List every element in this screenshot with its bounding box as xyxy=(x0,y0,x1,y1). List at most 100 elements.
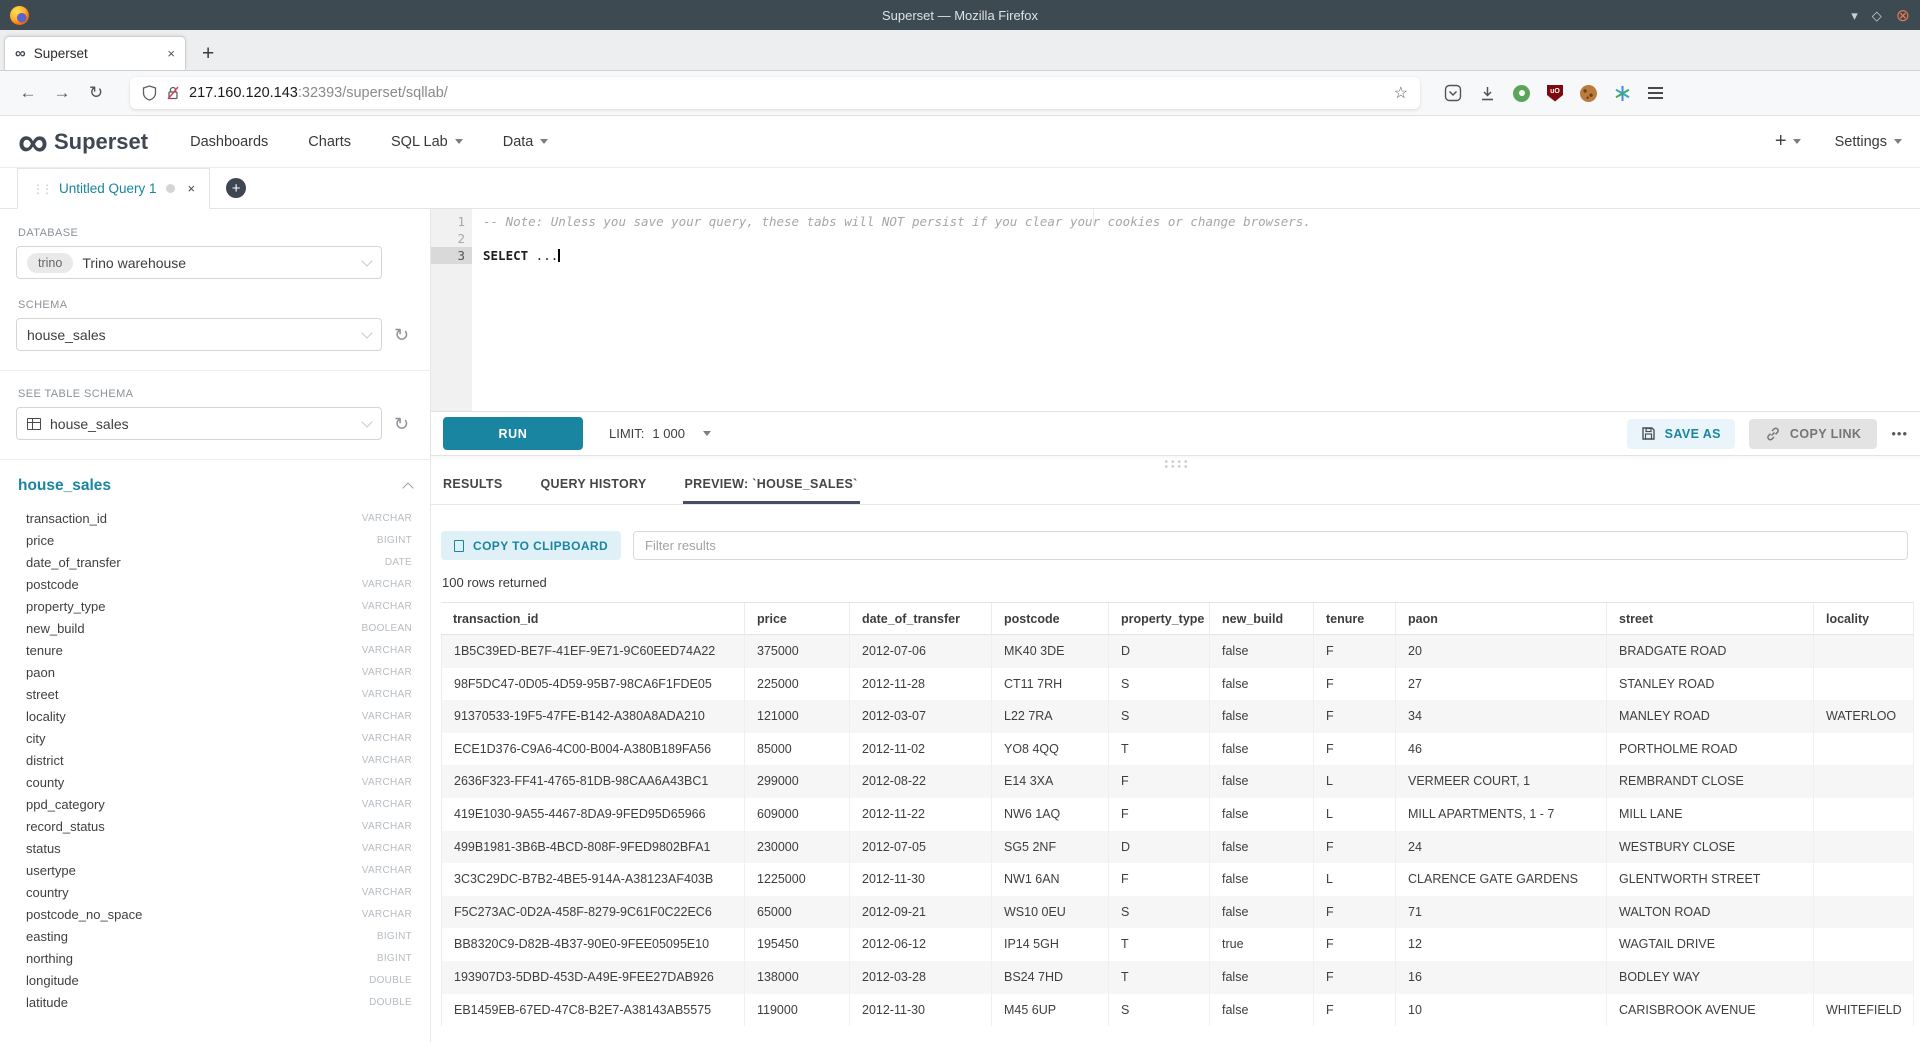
editor-code-area[interactable]: -- Note: Unless you save your query, the… xyxy=(472,209,1920,411)
cookie-extension-icon[interactable] xyxy=(1580,85,1597,102)
table-select[interactable]: house_sales xyxy=(16,407,382,440)
run-button[interactable]: RUN xyxy=(443,417,583,450)
ublock-icon[interactable]: uO xyxy=(1547,85,1563,102)
link-icon xyxy=(1765,426,1781,442)
results-tab[interactable]: RESULTS xyxy=(441,471,505,504)
settings-menu[interactable]: Settings xyxy=(1835,134,1902,150)
drag-grip-icon[interactable]: ⋮⋮ xyxy=(32,182,50,196)
refresh-tables-icon[interactable]: ↻ xyxy=(394,415,409,433)
bookmark-star-icon[interactable]: ☆ xyxy=(1394,83,1408,103)
column-row: new_build BOOLEAN xyxy=(16,617,414,639)
more-actions-button[interactable]: ••• xyxy=(1891,426,1908,441)
column-type: VARCHAR xyxy=(362,689,412,700)
limit-label: LIMIT: xyxy=(609,426,644,441)
column-header[interactable]: new_build xyxy=(1210,602,1314,635)
table-icon xyxy=(27,418,41,430)
tab-close-icon[interactable]: × xyxy=(167,46,175,61)
column-header[interactable]: transaction_id xyxy=(441,602,745,635)
new-tab-button[interactable]: + xyxy=(202,43,214,64)
window-maximize-icon[interactable]: ◇ xyxy=(1872,9,1882,22)
copy-to-clipboard-button[interactable]: COPY TO CLIPBOARD xyxy=(441,531,621,560)
table-schema-title[interactable]: house_sales xyxy=(18,477,111,495)
table-row[interactable]: EB1459EB-67ED-47C8-B2E7-A38143AB5575 119… xyxy=(441,994,1914,1027)
column-row: longitude DOUBLE xyxy=(16,969,414,991)
column-row: price BIGINT xyxy=(16,529,414,551)
pocket-icon[interactable] xyxy=(1444,84,1462,102)
table-row[interactable]: F5C273AC-0D2A-458F-8279-9C61F0C22EC6 650… xyxy=(441,896,1914,929)
column-type: VARCHAR xyxy=(362,799,412,810)
table-row[interactable]: 193907D3-5DBD-453D-A49E-9FEE27DAB926 138… xyxy=(441,961,1914,994)
add-new-button[interactable]: + xyxy=(1775,130,1801,153)
save-as-button[interactable]: SAVE AS xyxy=(1627,419,1735,449)
table-row[interactable]: 3C3C29DC-B7B2-4BE5-914A-A38123AF403B 122… xyxy=(441,863,1914,896)
limit-dropdown[interactable]: LIMIT: 1 000 xyxy=(609,426,711,441)
column-list: transaction_id VARCHAR price BIGINT date… xyxy=(16,507,414,1013)
nav-link[interactable]: Data xyxy=(503,134,549,150)
forward-icon[interactable]: → xyxy=(48,83,76,103)
column-type: BIGINT xyxy=(377,953,412,964)
reload-icon[interactable]: ↻ xyxy=(82,83,110,103)
superset-navbar: ∞ Superset Dashboards Charts SQL Lab Dat… xyxy=(0,116,1920,168)
column-header[interactable]: property_type xyxy=(1109,602,1210,635)
lock-insecure-icon[interactable] xyxy=(166,85,180,101)
column-name: new_build xyxy=(26,621,85,636)
database-value: Trino warehouse xyxy=(82,255,354,271)
divider xyxy=(0,370,430,371)
column-header[interactable]: street xyxy=(1607,602,1814,635)
nav-link[interactable]: Dashboards xyxy=(190,134,268,150)
translate-extension-icon[interactable] xyxy=(1614,85,1631,102)
window-close-icon[interactable]: ⊗ xyxy=(1896,7,1910,24)
browser-tabstrip: ∞ Superset × + xyxy=(0,30,1920,71)
sql-comment-line: -- Note: Unless you save your query, the… xyxy=(483,213,1920,230)
column-type: VARCHAR xyxy=(362,733,412,744)
pane-resize-handle[interactable] xyxy=(431,456,1920,471)
database-select[interactable]: trino Trino warehouse xyxy=(16,246,382,279)
column-header[interactable]: locality xyxy=(1814,602,1914,635)
table-row[interactable]: 2636F323-FF41-4765-81DB-98CAA6A43BC1 299… xyxy=(441,765,1914,798)
table-row[interactable]: 499B1981-3B6B-4BCD-808F-9FED9802BFA1 230… xyxy=(441,831,1914,864)
column-name: northing xyxy=(26,951,73,966)
results-tab[interactable]: PREVIEW: `HOUSE_SALES` xyxy=(683,471,860,504)
nav-link[interactable]: Charts xyxy=(308,134,351,150)
query-tab-close-icon[interactable]: × xyxy=(188,181,196,196)
url-field[interactable]: 217.160.120.143:32393/superset/sqllab/ ☆ xyxy=(130,77,1420,109)
results-tab[interactable]: QUERY HISTORY xyxy=(539,471,649,504)
superset-logo-icon: ∞ xyxy=(18,129,46,154)
copy-icon xyxy=(454,540,464,552)
collapse-chevron-icon[interactable] xyxy=(402,482,413,493)
query-tab-untitled[interactable]: ⋮⋮ Untitled Query 1 × xyxy=(17,168,210,209)
shield-icon[interactable] xyxy=(142,85,157,101)
table-row[interactable]: 419E1030-9A55-4467-8DA9-9FED95D65966 609… xyxy=(441,798,1914,831)
filter-results-input[interactable] xyxy=(633,531,1908,560)
window-minimize-icon[interactable]: ▾ xyxy=(1851,9,1858,22)
copy-link-button[interactable]: COPY LINK xyxy=(1749,419,1877,449)
table-row[interactable]: 91370533-19F5-47FE-B142-A380A8ADA210 121… xyxy=(441,700,1914,733)
back-icon[interactable]: ← xyxy=(14,83,42,103)
table-row[interactable]: 98F5DC47-0D05-4D59-95B7-98CA6F1FDE05 225… xyxy=(441,668,1914,701)
table-value: house_sales xyxy=(50,416,354,432)
download-icon[interactable] xyxy=(1479,85,1496,102)
schema-select[interactable]: house_sales xyxy=(16,318,382,351)
column-header[interactable]: price xyxy=(745,602,850,635)
column-name: district xyxy=(26,753,64,768)
column-row: transaction_id VARCHAR xyxy=(16,507,414,529)
column-name: county xyxy=(26,775,64,790)
menu-icon[interactable] xyxy=(1648,87,1663,99)
column-header[interactable]: date_of_transfer xyxy=(850,602,992,635)
superset-logo[interactable]: ∞ Superset xyxy=(18,129,148,155)
sql-editor[interactable]: 1 2 3 -- Note: Unless you save your quer… xyxy=(431,209,1920,412)
nav-link[interactable]: SQL Lab xyxy=(391,134,463,150)
browser-tab-superset[interactable]: ∞ Superset × xyxy=(4,36,186,70)
extension-icon[interactable] xyxy=(1513,85,1530,102)
column-header[interactable]: tenure xyxy=(1314,602,1396,635)
url-text: 217.160.120.143:32393/superset/sqllab/ xyxy=(189,85,1385,101)
column-header[interactable]: paon xyxy=(1396,602,1607,635)
table-row[interactable]: 1B5C39ED-BE7F-41EF-9E71-9C60EED74A22 375… xyxy=(441,635,1914,668)
table-row[interactable]: BB8320C9-D82B-4B37-90E0-9FEE05095E10 195… xyxy=(441,928,1914,961)
add-query-tab-button[interactable]: + xyxy=(226,178,246,198)
column-row: status VARCHAR xyxy=(16,837,414,859)
table-row[interactable]: ECE1D376-C9A6-4C00-B004-A380B189FA56 850… xyxy=(441,733,1914,766)
column-name: property_type xyxy=(26,599,106,614)
column-header[interactable]: postcode xyxy=(992,602,1109,635)
refresh-schemas-icon[interactable]: ↻ xyxy=(394,326,409,344)
